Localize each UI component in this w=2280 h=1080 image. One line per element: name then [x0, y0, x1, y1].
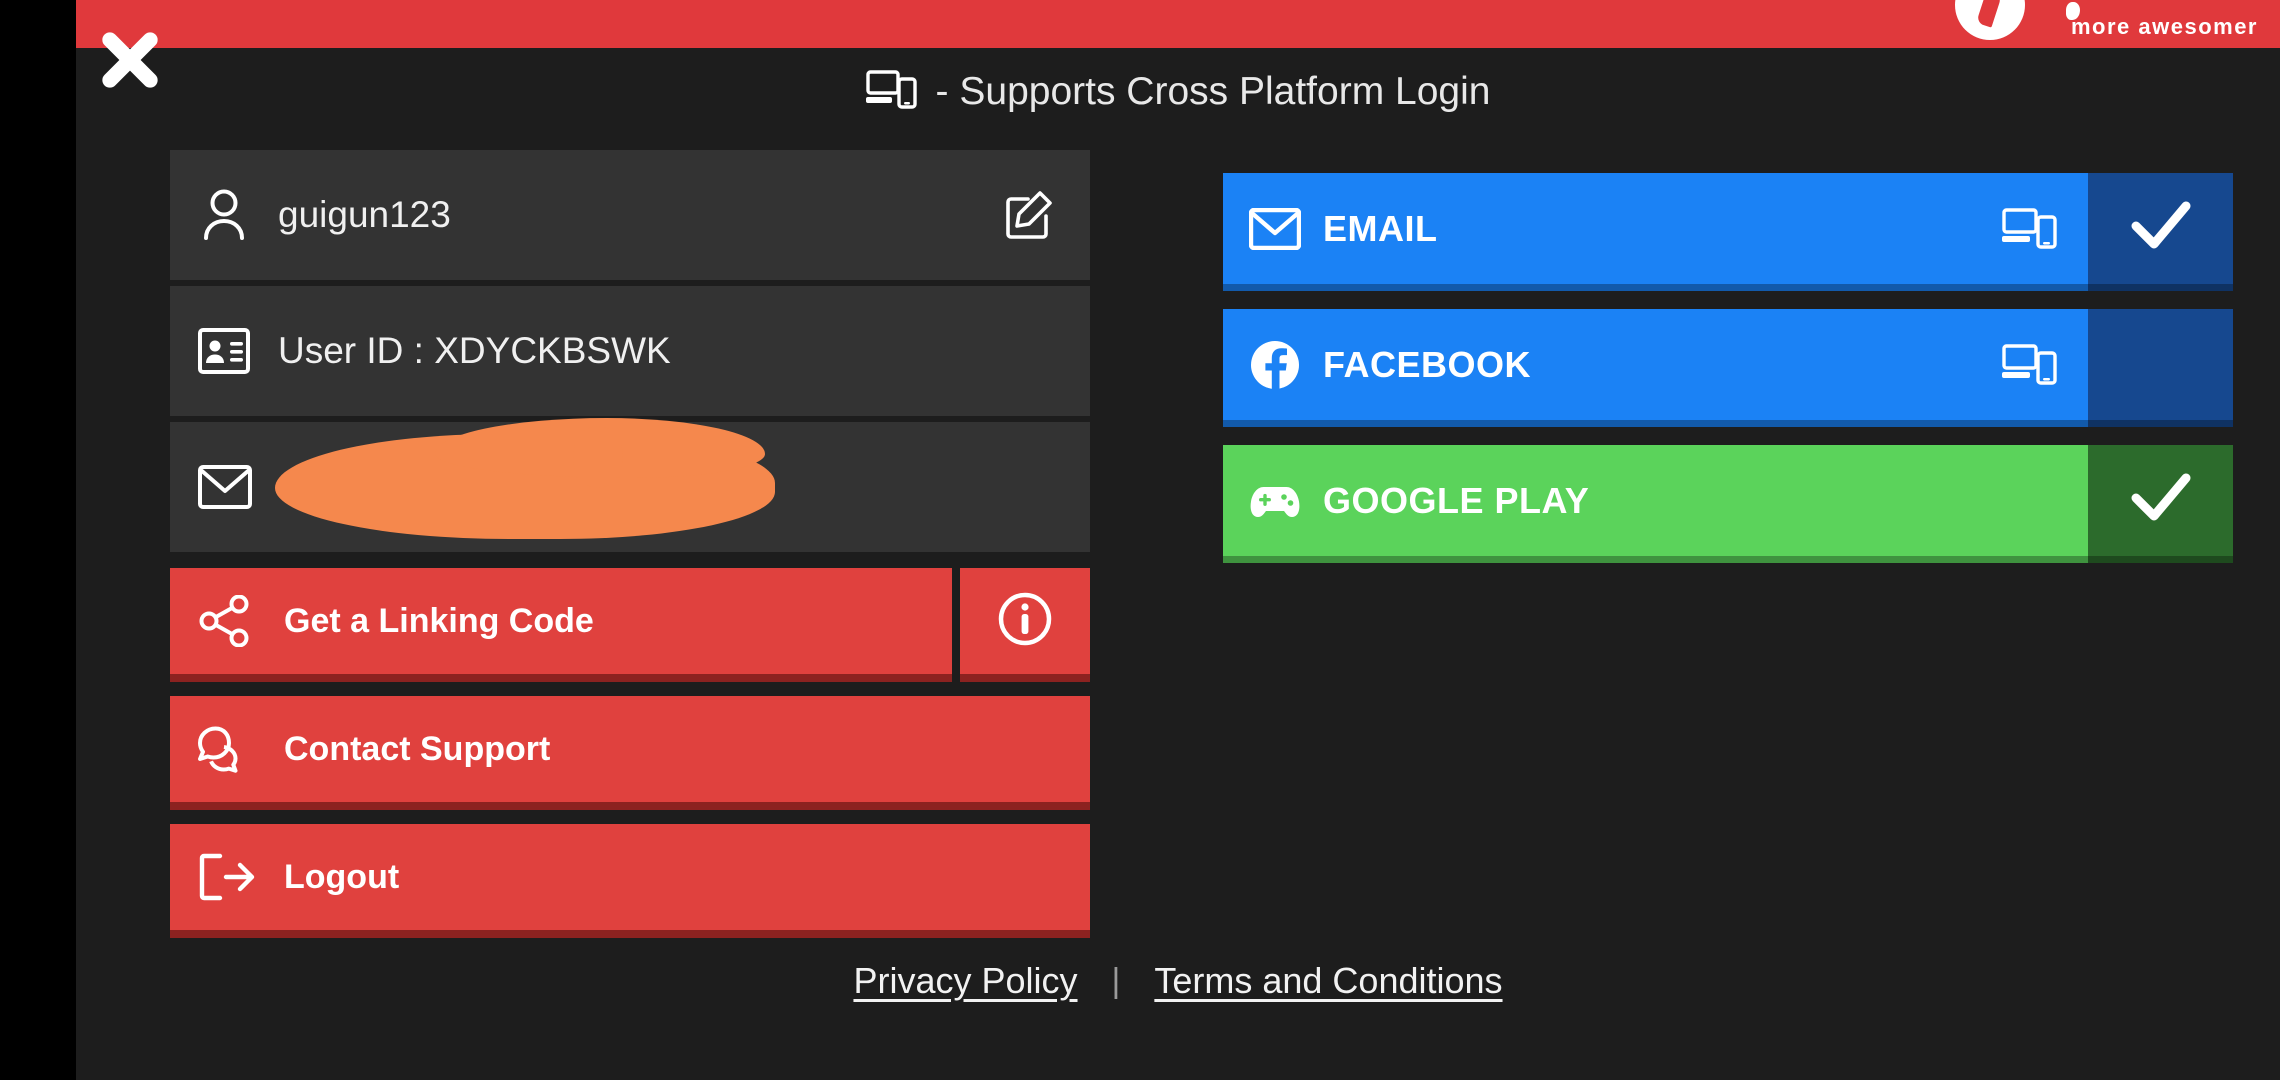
contact-support-label: Contact Support	[284, 729, 551, 768]
get-linking-code-button[interactable]: Get a Linking Code	[170, 568, 952, 682]
footer-links: Privacy Policy | Terms and Conditions	[76, 960, 2280, 1002]
account-info-column: guigun123 User ID : XDYCKBSWK Get a Link…	[170, 150, 1090, 952]
envelope-icon	[1249, 207, 1311, 250]
platform-facebook-button[interactable]: FACEBOOK	[1223, 309, 2233, 427]
cross-platform-device-icon	[2002, 206, 2058, 252]
contact-support-button[interactable]: Contact Support	[170, 696, 1090, 810]
logout-button[interactable]: Logout	[170, 824, 1090, 938]
ad-banner[interactable]: more awesomer	[76, 0, 2280, 48]
facebook-icon	[1249, 339, 1311, 391]
terms-and-conditions-link[interactable]: Terms and Conditions	[1154, 960, 1502, 1002]
share-nodes-icon	[198, 595, 270, 647]
logout-label: Logout	[284, 857, 400, 896]
platform-email-status	[2088, 173, 2233, 291]
username-value: guigun123	[278, 194, 451, 235]
platform-email-label: EMAIL	[1323, 207, 1438, 249]
check-icon	[2130, 472, 2192, 529]
dialog-header: - Supports Cross Platform Login	[76, 62, 2280, 122]
linking-code-info-button[interactable]	[960, 568, 1090, 682]
linking-code-row: Get a Linking Code	[170, 568, 1090, 682]
platform-google-play-main[interactable]: GOOGLE PLAY	[1223, 445, 2088, 563]
footer-separator: |	[1111, 961, 1121, 1000]
platform-facebook-main[interactable]: FACEBOOK	[1223, 309, 2088, 427]
id-card-icon	[198, 328, 270, 374]
platform-facebook-status	[2088, 309, 2233, 427]
platform-links-column: EMAIL FACEBOOK GOOGLE PLAY	[1223, 173, 2233, 581]
gamepad-icon	[1249, 482, 1311, 520]
edit-pencil-icon[interactable]	[1002, 189, 1054, 241]
platform-google-play-status	[2088, 445, 2233, 563]
email-redaction-overlay	[275, 418, 775, 539]
left-black-bar	[0, 0, 76, 1080]
cross-platform-device-icon	[2002, 342, 2058, 388]
platform-google-play-label: GOOGLE PLAY	[1323, 479, 1590, 521]
platform-email-main[interactable]: EMAIL	[1223, 173, 2088, 291]
platform-google-play-button[interactable]: GOOGLE PLAY	[1223, 445, 2233, 563]
ad-banner-text: more awesomer	[2070, 14, 2258, 39]
app-screen: more awesomer - Supports Cross Platform …	[0, 0, 2280, 1080]
cross-platform-device-icon	[865, 68, 918, 117]
logout-arrow-icon	[198, 852, 270, 902]
get-linking-code-label: Get a Linking Code	[284, 601, 594, 640]
platform-email-button[interactable]: EMAIL	[1223, 173, 2233, 291]
platform-facebook-label: FACEBOOK	[1323, 343, 1532, 385]
check-icon	[2130, 200, 2192, 257]
privacy-policy-link[interactable]: Privacy Policy	[853, 960, 1077, 1002]
person-icon	[198, 188, 270, 242]
info-circle-icon	[997, 591, 1053, 652]
circle-logo-icon	[1955, 0, 2025, 40]
userid-value: User ID : XDYCKBSWK	[278, 330, 671, 371]
page-title: - Supports Cross Platform Login	[935, 70, 1491, 113]
userid-row[interactable]: User ID : XDYCKBSWK	[170, 286, 1090, 416]
username-row[interactable]: guigun123	[170, 150, 1090, 280]
email-row[interactable]	[170, 418, 1090, 552]
close-x-icon[interactable]	[92, 20, 168, 100]
chat-bubbles-icon	[198, 723, 270, 775]
envelope-icon	[198, 465, 270, 509]
